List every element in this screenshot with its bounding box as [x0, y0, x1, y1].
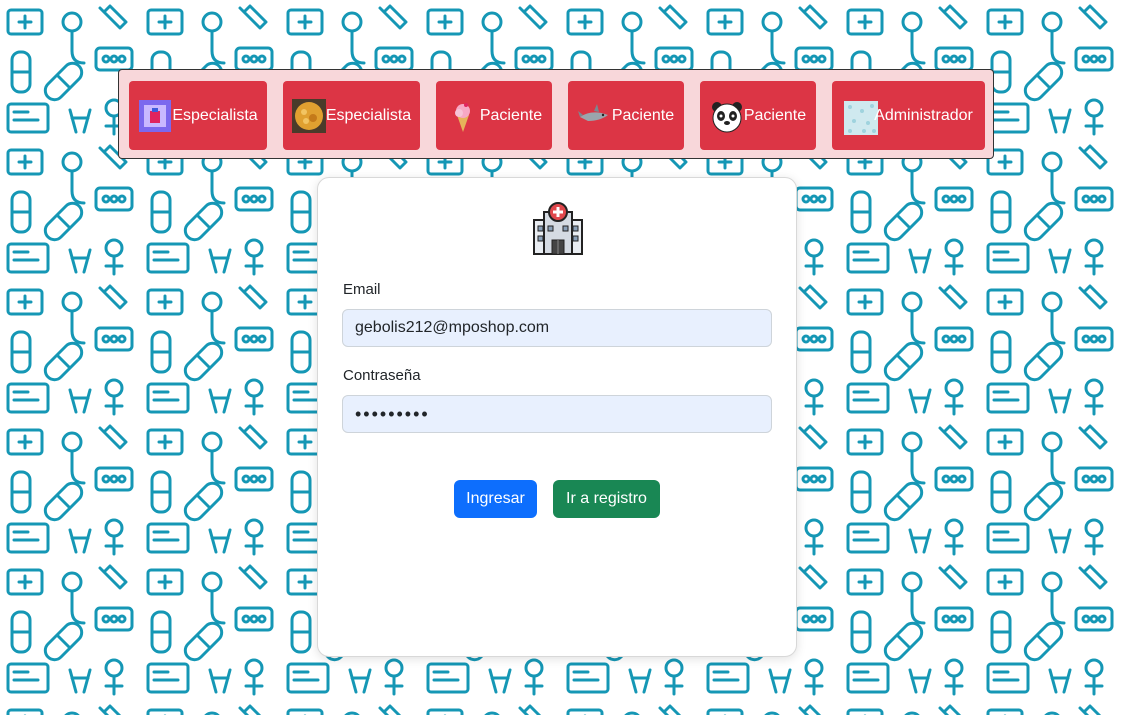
purple-frame-image-icon — [138, 99, 172, 133]
quick-login-especialista-2[interactable]: Especialista — [283, 81, 420, 150]
quick-login-label: Especialista — [172, 106, 258, 124]
quick-login-paciente-3[interactable]: Paciente — [700, 81, 816, 150]
login-card: Email Contraseña Ingresar Ir a registro — [317, 177, 797, 657]
email-label: Email — [343, 281, 381, 298]
quick-login-label: Paciente — [611, 106, 675, 124]
quick-login-paciente-1[interactable]: Paciente — [436, 81, 552, 150]
quick-login-especialista-1[interactable]: Especialista — [129, 81, 267, 150]
quick-login-bar: Especialista Especialista Paciente Pacie… — [118, 69, 994, 159]
go-to-register-button[interactable]: Ir a registro — [553, 480, 660, 518]
panda-image-icon — [710, 99, 744, 133]
password-label: Contraseña — [343, 367, 421, 384]
quick-login-label: Especialista — [325, 106, 412, 124]
password-field[interactable] — [342, 395, 772, 433]
quick-login-label: Paciente — [479, 106, 543, 124]
quick-login-administrador[interactable]: Administrador — [832, 81, 985, 150]
email-field[interactable] — [342, 309, 772, 347]
quick-login-label: Administrador — [874, 106, 973, 124]
quick-login-label: Paciente — [743, 106, 807, 124]
quick-login-paciente-2[interactable]: Paciente — [568, 81, 684, 150]
login-submit-button[interactable]: Ingresar — [454, 480, 537, 518]
shark-image-icon — [577, 99, 612, 133]
hospital-icon — [530, 202, 586, 258]
food-dish-image-icon — [291, 98, 326, 133]
ice-cream-image-icon — [446, 99, 480, 133]
texture-image-icon — [844, 100, 879, 135]
